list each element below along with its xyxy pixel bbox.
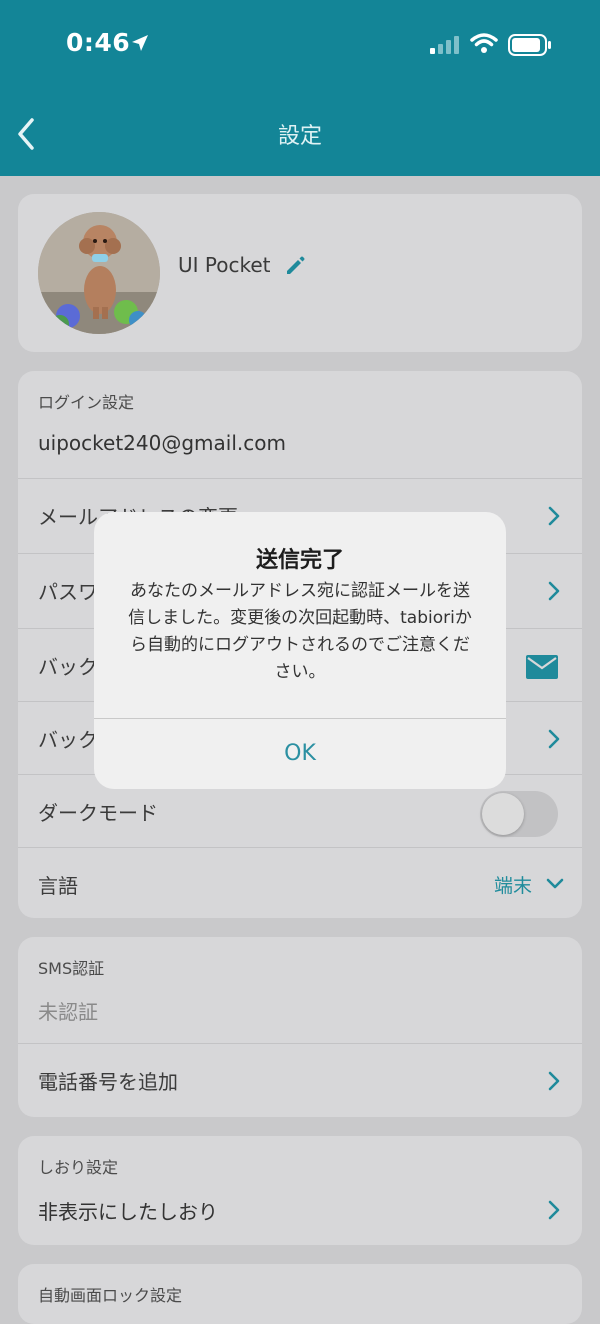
dialog-message: あなたのメールアドレス宛に認証メールを送信しました。変更後の次回起動時、tabi… (128, 581, 472, 682)
chevron-right-icon (548, 1071, 560, 1091)
language-row[interactable]: 言語 端末 (18, 847, 582, 918)
add-phone-label: 電話番号を追加 (38, 1070, 178, 1094)
chevron-right-icon (548, 729, 560, 749)
chevron-right-icon (548, 581, 560, 601)
login-email: uipocket240@gmail.com (38, 431, 286, 455)
dialog-title: 送信完了 (255, 548, 344, 573)
wifi-icon (470, 33, 498, 53)
cellular-signal-icon (430, 36, 459, 54)
chevron-right-icon (548, 506, 560, 526)
profile-name: UI Pocket (178, 253, 271, 277)
dark-mode-toggle[interactable] (480, 791, 558, 837)
avatar[interactable] (38, 212, 160, 334)
hidden-bookmarks-label[interactable]: 非表示にしたしおり (38, 1196, 218, 1225)
backup-email-label: バック (38, 655, 98, 679)
profile-card: UI Pocket (18, 194, 582, 352)
sms-status: 未認証 (38, 1000, 98, 1024)
sms-header: SMS認証 (38, 959, 105, 978)
alert-dialog: 送信完了 あなたのメールアドレス宛に認証メールを送信しました。変更後の次回起動時… (94, 512, 506, 789)
toggle-knob (482, 793, 524, 835)
chevron-down-icon (546, 878, 564, 889)
language-label: 言語 (38, 874, 78, 898)
ok-button[interactable]: OK (94, 719, 506, 789)
battery-icon (508, 34, 551, 56)
chevron-right-icon (548, 1200, 560, 1220)
mail-icon[interactable] (526, 655, 558, 679)
add-phone-row[interactable]: 電話番号を追加 (18, 1043, 582, 1117)
language-value: 端末 (493, 875, 532, 897)
bookmark-header: しおり設定 (38, 1158, 119, 1177)
bookmark-card: しおり設定 非表示にしたしおり (18, 1136, 582, 1245)
edit-pencil-icon[interactable] (284, 255, 306, 277)
autolock-card: 自動画面ロック設定 (18, 1264, 582, 1324)
autolock-header: 自動画面ロック設定 (38, 1286, 183, 1305)
backup-label: バック (38, 728, 98, 752)
location-arrow-icon (132, 35, 148, 51)
page-title: 設定 (277, 124, 322, 149)
status-time: 0:46 (66, 28, 131, 57)
top-header: 0:46 設定 (0, 0, 600, 176)
dark-mode-label: ダークモード (38, 801, 158, 825)
login-section-header: ログイン設定 (38, 393, 135, 412)
dog-photo (38, 212, 160, 334)
sms-card: SMS認証 未認証 電話番号を追加 (18, 937, 582, 1117)
